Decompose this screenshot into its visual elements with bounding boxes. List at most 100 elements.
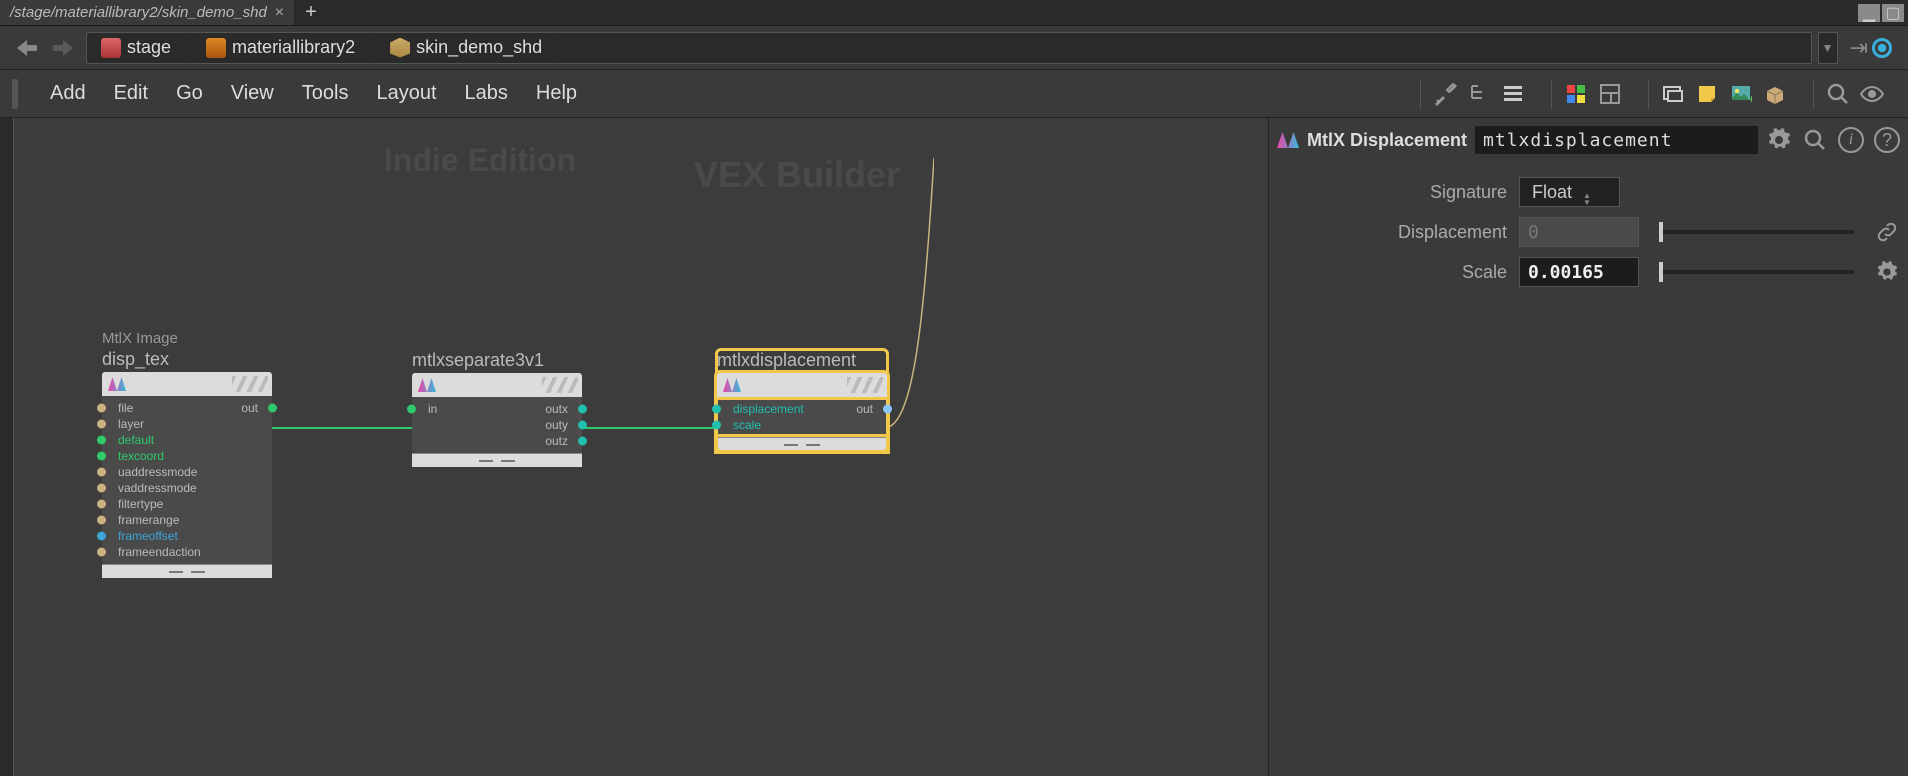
port-frameendaction[interactable] (97, 548, 106, 557)
param-label: Signature (1277, 182, 1507, 203)
breadcrumb-stage[interactable]: stage (87, 33, 186, 63)
main-area: Indie Edition VEX Builder MtlX Image dis… (0, 118, 1908, 776)
link-icon[interactable] (1874, 219, 1900, 245)
node-footer[interactable] (412, 453, 582, 467)
window-icon[interactable] (1659, 80, 1687, 108)
eye-icon[interactable] (1858, 80, 1886, 108)
stage-icon (101, 38, 121, 58)
image-icon[interactable]: + (1727, 80, 1755, 108)
node-name-input[interactable] (1475, 126, 1758, 154)
breadcrumb[interactable]: stage materiallibrary2 skin_demo_shd (86, 32, 1812, 64)
node-title: mtlxdisplacement (717, 350, 887, 371)
param-displacement: Displacement (1277, 212, 1900, 252)
tab-bar: /stage/materiallibrary2/skin_demo_shd × … (0, 0, 1908, 26)
gear-icon[interactable] (1874, 259, 1900, 285)
port-uaddressmode[interactable] (97, 468, 106, 477)
port-layer[interactable] (97, 420, 106, 429)
breadcrumb-dropdown[interactable]: ▼ (1818, 32, 1838, 64)
port-outy[interactable] (578, 421, 587, 430)
port-default[interactable] (97, 436, 106, 445)
search-icon[interactable] (1824, 80, 1852, 108)
menu-help[interactable]: Help (536, 82, 577, 105)
grid-color-icon[interactable] (1562, 80, 1590, 108)
port-filtertype[interactable] (97, 500, 106, 509)
port-displacement[interactable] (712, 405, 721, 414)
materiallibrary-icon (206, 38, 226, 58)
port-texcoord[interactable] (97, 452, 106, 461)
help-icon[interactable]: ? (1874, 127, 1900, 153)
mtlx-icon (108, 377, 126, 391)
node-body: fileout layer default texcoord uaddressm… (102, 396, 272, 564)
window-controls: ▁ ▢ (1858, 0, 1908, 25)
signature-select[interactable]: Float ▲▼ (1519, 177, 1620, 207)
node-title: mtlxseparate3v1 (412, 350, 582, 371)
menu-handle[interactable] (12, 79, 18, 109)
displacement-slider[interactable] (1659, 230, 1854, 234)
info-icon[interactable]: i (1838, 127, 1864, 153)
displacement-input[interactable] (1519, 217, 1639, 247)
scale-input[interactable] (1519, 257, 1639, 287)
port-scale[interactable] (712, 421, 721, 430)
node-canvas[interactable]: Indie Edition VEX Builder MtlX Image dis… (14, 118, 1268, 776)
port-outz[interactable] (578, 437, 587, 446)
pin-toggle-icon[interactable]: ⇥ (1850, 35, 1868, 61)
box-icon[interactable] (1761, 80, 1789, 108)
svg-text:+: + (1748, 92, 1752, 105)
node-footer[interactable] (102, 564, 272, 578)
node-separate[interactable]: mtlxseparate3v1 inoutx outy outz (412, 350, 582, 467)
menu-add[interactable]: Add (50, 82, 86, 105)
node-footer[interactable] (717, 437, 887, 451)
breadcrumb-shader[interactable]: skin_demo_shd (370, 33, 557, 63)
parameters-panel: MtlX Displacement i ? Signature Float ▲▼ (1268, 118, 1908, 776)
mini-sidebar[interactable] (0, 118, 14, 776)
port-outx[interactable] (578, 405, 587, 414)
list-icon[interactable] (1499, 80, 1527, 108)
mtlx-icon (418, 378, 436, 392)
display-flag-icon[interactable] (1872, 38, 1892, 58)
sticky-note-icon[interactable] (1693, 80, 1721, 108)
mtlx-icon (723, 378, 741, 392)
node-header[interactable] (412, 373, 582, 397)
breadcrumb-materiallibrary[interactable]: materiallibrary2 (186, 33, 370, 63)
nav-forward-button[interactable] (48, 34, 80, 62)
node-displacement[interactable]: mtlxdisplacement displacementout scale (717, 350, 887, 451)
port-vaddressmode[interactable] (97, 484, 106, 493)
watermark-edition: Indie Edition (384, 142, 576, 179)
port-file[interactable] (97, 404, 106, 413)
port-out[interactable] (268, 404, 277, 413)
file-tab[interactable]: /stage/materiallibrary2/skin_demo_shd × (0, 0, 295, 25)
gear-icon[interactable] (1766, 127, 1792, 153)
subnet-icon (390, 38, 410, 58)
close-tab-icon[interactable]: × (275, 4, 284, 22)
menu-bar: Add Edit Go View Tools Layout Labs Help (0, 70, 1908, 118)
layout-icon[interactable] (1596, 80, 1624, 108)
search-icon[interactable] (1802, 127, 1828, 153)
menu-edit[interactable]: Edit (114, 82, 148, 105)
node-disp-tex[interactable]: MtlX Image disp_tex fileout layer defaul… (102, 330, 272, 578)
panel-header: MtlX Displacement i ? (1277, 124, 1900, 156)
menu-tools[interactable]: Tools (302, 82, 349, 105)
tree-icon[interactable] (1465, 80, 1493, 108)
nav-back-button[interactable] (10, 34, 42, 62)
port-frameoffset[interactable] (97, 532, 106, 541)
node-type-label: MtlX Image (102, 330, 272, 347)
port-framerange[interactable] (97, 516, 106, 525)
param-signature: Signature Float ▲▼ (1277, 172, 1900, 212)
panel-type-label: MtlX Displacement (1307, 130, 1467, 151)
menu-go[interactable]: Go (176, 82, 203, 105)
menu-layout[interactable]: Layout (376, 82, 436, 105)
port-out[interactable] (883, 405, 892, 414)
param-label: Displacement (1277, 222, 1507, 243)
node-header[interactable] (102, 372, 272, 396)
path-bar: stage materiallibrary2 skin_demo_shd ▼ ⇥ (0, 26, 1908, 70)
add-tab-button[interactable]: + (295, 0, 327, 25)
menu-view[interactable]: View (231, 82, 274, 105)
chevron-updown-icon: ▲▼ (1583, 192, 1591, 206)
menu-labs[interactable]: Labs (465, 82, 508, 105)
maximize-window-icon[interactable]: ▢ (1882, 4, 1904, 22)
minimize-window-icon[interactable]: ▁ (1858, 4, 1880, 22)
node-header[interactable] (717, 373, 887, 397)
scale-slider[interactable] (1659, 270, 1854, 274)
wrench-icon[interactable] (1431, 80, 1459, 108)
port-in[interactable] (407, 405, 416, 414)
